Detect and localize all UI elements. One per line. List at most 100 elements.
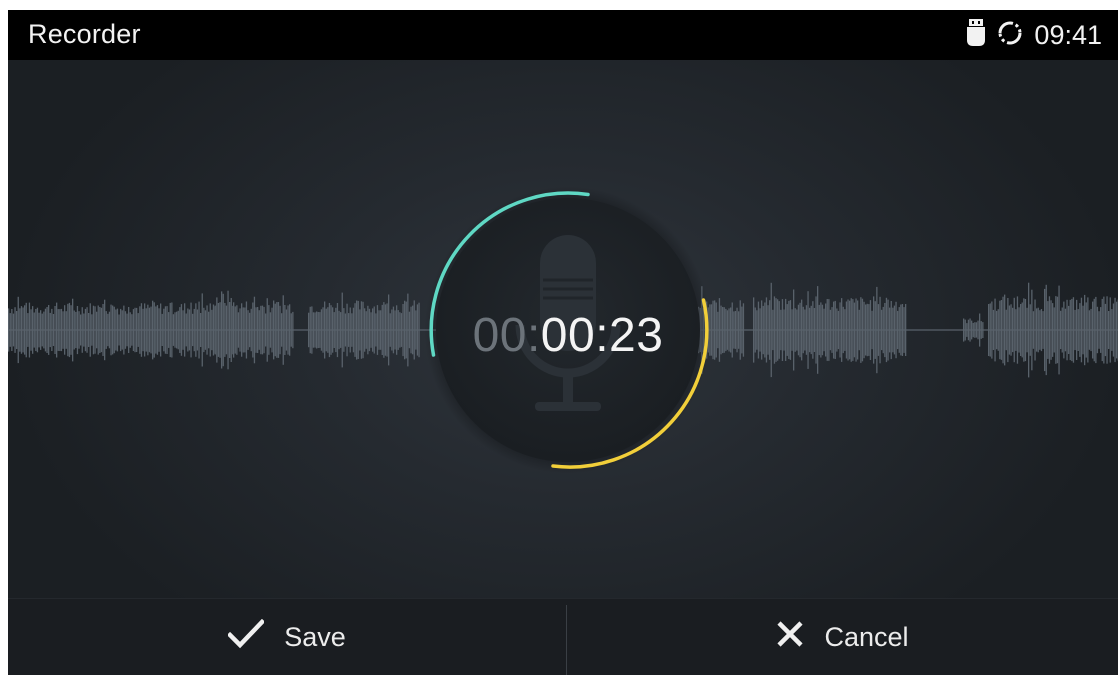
waveform-bar <box>834 300 836 359</box>
waveform-bar <box>413 300 415 360</box>
waveform-bar <box>213 306 215 354</box>
waveform-bar <box>410 306 412 354</box>
waveform-bar <box>217 303 220 357</box>
waveform-bar <box>89 303 91 357</box>
waveform-bar <box>209 303 211 357</box>
waveform-bar <box>370 312 372 348</box>
waveform-bar <box>276 302 278 358</box>
waveform-bar <box>890 301 892 360</box>
waveform-bar <box>1100 307 1102 353</box>
waveform-bar <box>975 322 978 338</box>
waveform-bar <box>855 298 857 362</box>
waveform-bar <box>97 305 99 355</box>
waveform-bar <box>168 312 170 348</box>
save-button[interactable]: Save <box>8 599 566 675</box>
waveform-bar <box>988 304 990 356</box>
check-icon <box>227 618 266 656</box>
waveform-bar <box>155 306 157 354</box>
waveform-bar <box>102 304 104 356</box>
waveform-bar <box>1109 297 1111 363</box>
waveform-bar <box>717 311 719 349</box>
waveform-bar <box>290 313 292 347</box>
waveform-bar <box>44 308 47 352</box>
waveform-bar <box>322 307 324 353</box>
waveform-bar <box>332 307 334 353</box>
waveform-bar <box>277 302 280 358</box>
waveform-bar <box>208 311 210 349</box>
waveform-bar <box>70 305 72 355</box>
waveform-bar <box>734 311 737 349</box>
waveform-bar <box>153 302 155 358</box>
waveform-bar <box>1036 308 1038 352</box>
waveform-bar <box>22 307 24 353</box>
cancel-button[interactable]: Cancel <box>567 599 1118 675</box>
waveform-bar <box>797 304 800 356</box>
waveform-bar <box>1000 300 1003 360</box>
waveform-bar <box>844 309 846 351</box>
waveform-bar <box>309 306 311 354</box>
waveform-bar <box>858 309 860 351</box>
waveform-bar <box>43 311 45 349</box>
waveform-bar <box>359 309 361 351</box>
waveform-bar <box>728 308 730 352</box>
waveform-bar <box>794 308 796 352</box>
waveform-bar <box>200 313 202 347</box>
waveform-bar <box>380 310 382 350</box>
waveform-bar <box>84 308 87 352</box>
waveform-bar <box>791 309 793 351</box>
waveform-bar <box>828 299 830 361</box>
waveform-bar <box>372 308 374 352</box>
waveform-bar <box>107 313 109 347</box>
waveform-bar <box>1080 297 1083 363</box>
waveform-bar <box>1016 296 1019 364</box>
waveform-bar <box>1101 298 1103 362</box>
waveform-bar <box>963 318 965 342</box>
waveform-bar <box>1031 289 1033 371</box>
waveform-bar <box>289 304 291 356</box>
waveform-bar <box>805 305 808 355</box>
waveform-bar <box>225 305 228 355</box>
waveform-bar <box>714 300 716 360</box>
waveform-bar <box>221 291 223 369</box>
waveform-bar <box>195 303 197 357</box>
waveform-bar <box>131 314 133 346</box>
waveform-bar <box>14 307 16 353</box>
waveform-bar <box>163 308 165 352</box>
waveform-bar <box>346 303 348 357</box>
waveform-bar <box>38 312 40 348</box>
waveform-bar <box>1095 296 1097 364</box>
waveform-bar <box>895 301 897 359</box>
waveform-bar <box>1056 296 1059 364</box>
waveform-bar <box>56 302 58 358</box>
waveform-bar <box>383 302 385 358</box>
waveform-bar <box>51 308 53 351</box>
waveform-bar <box>969 318 971 342</box>
waveform-bar <box>1013 297 1015 363</box>
waveform-bar <box>367 305 369 355</box>
waveform-bar <box>780 309 782 351</box>
waveform-bar <box>715 302 717 358</box>
waveform-bar <box>137 313 139 347</box>
waveform-bar <box>16 311 18 349</box>
waveform-bar <box>65 311 67 349</box>
waveform-bar <box>996 310 998 350</box>
waveform-bar <box>1071 298 1073 362</box>
waveform-bar <box>1092 301 1094 359</box>
waveform-bar <box>786 304 788 356</box>
waveform-bar <box>314 312 316 348</box>
waveform-bar <box>718 298 721 362</box>
waveform-bar <box>991 301 993 359</box>
waveform-bar <box>823 308 825 352</box>
waveform-bar <box>789 300 792 360</box>
waveform-bar <box>415 310 417 350</box>
waveform-bar <box>1112 303 1115 357</box>
waveform-bar <box>265 313 267 347</box>
waveform-bar <box>365 311 367 349</box>
waveform-bar <box>244 307 246 353</box>
waveform-bar <box>284 305 286 355</box>
waveform-bar <box>148 307 151 353</box>
waveform-bar <box>810 305 812 355</box>
waveform-bar <box>408 311 411 349</box>
waveform-bar <box>418 302 420 358</box>
waveform-bar <box>214 305 216 355</box>
